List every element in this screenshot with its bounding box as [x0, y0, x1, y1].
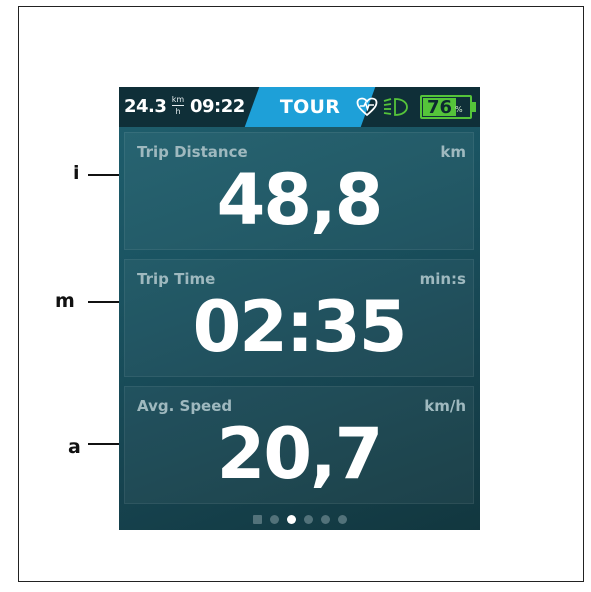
callout-m: m: [55, 290, 75, 312]
page-dot[interactable]: [286, 515, 296, 524]
trip-time-tile: Trip Time min:s 02:35: [124, 259, 474, 377]
heart-rate-icon: [356, 97, 378, 117]
battery-tip: [472, 102, 476, 112]
page-dot[interactable]: [303, 515, 313, 524]
bike-display-screen: 24.3 km h 09:22 TOUR 76 % Trip Distance …: [119, 87, 480, 530]
avg-speed-value: 20,7: [216, 413, 384, 495]
callout-a: a: [68, 436, 81, 458]
avg-speed-tile: Avg. Speed km/h 20,7: [124, 386, 474, 504]
assist-mode-label: TOUR: [279, 96, 341, 118]
callout-i: i: [73, 162, 80, 184]
speed-unit: km h: [170, 95, 186, 116]
page-dot[interactable]: [337, 515, 347, 524]
clock: 09:22: [190, 96, 245, 117]
battery-indicator: 76 %: [420, 95, 472, 119]
speed-unit-top: km: [171, 95, 185, 104]
trip-distance-value: 48,8: [216, 159, 384, 241]
fraction-bar: [172, 105, 184, 106]
page-dot[interactable]: [320, 515, 330, 524]
battery-level-value: 76: [427, 97, 453, 118]
page-indicator[interactable]: [119, 514, 480, 526]
battery-percent-sign: %: [455, 105, 463, 114]
status-bar: 24.3 km h 09:22 TOUR 76 %: [119, 87, 480, 127]
page-dot[interactable]: [252, 515, 262, 524]
current-speed: 24.3: [124, 96, 167, 117]
trip-time-value: 02:35: [192, 286, 408, 368]
speed-unit-bottom: h: [175, 107, 181, 116]
trip-distance-tile: Trip Distance km 48,8: [124, 132, 474, 250]
headlight-icon: [383, 97, 409, 117]
page-dot[interactable]: [269, 515, 279, 524]
